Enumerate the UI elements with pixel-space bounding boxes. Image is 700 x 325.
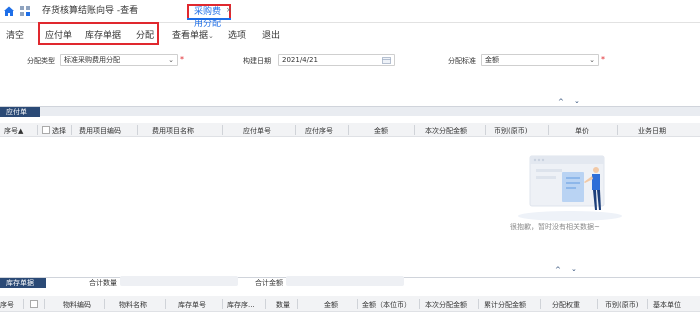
toolbar-highlight-box (38, 22, 159, 45)
build-date-value: 2021/4/21 (282, 56, 318, 64)
column-divider[interactable] (597, 299, 598, 309)
required-mark: * (601, 55, 605, 64)
column-divider[interactable] (419, 299, 420, 309)
view-doc-label: 查看单据 (172, 31, 209, 41)
filter-form: 分配类型 标准采购费用分配 ⌄ * 构建日期 2021/4/21 分配标准 金额… (0, 47, 700, 99)
alloc-std-label: 分配标准 (448, 57, 476, 65)
tab-bar: 存货核算结账向导 -查看 采购费用分配 × (0, 0, 700, 29)
inventory-section-title: 库存单据 (0, 278, 46, 288)
total-qty-label: 合计数量 (89, 279, 117, 287)
inventory-table-header: 序号 物料编码 物料名称 库存单号 库存序... 数量 金额 金额（本位币） 本… (0, 296, 700, 312)
col-header[interactable]: 单价 (575, 126, 589, 136)
options-button[interactable]: 选项 (228, 28, 246, 41)
col-header[interactable]: 应付序号 (305, 126, 333, 136)
col-header[interactable]: 业务日期 (638, 126, 666, 136)
col-header[interactable]: 币别(原币) (605, 300, 638, 310)
column-divider[interactable] (297, 299, 298, 309)
select-all-checkbox[interactable] (30, 300, 38, 308)
column-divider[interactable] (71, 125, 72, 135)
col-header[interactable]: 数量 (276, 300, 290, 310)
alloc-std-select[interactable]: 金额 ⌄ (481, 54, 599, 66)
column-divider[interactable] (348, 125, 349, 135)
payable-table-header: 序号▲ 选择 费用项目编码 费用项目名称 应付单号 应付序号 金额 本次分配金额… (0, 123, 700, 137)
view-doc-button[interactable]: 查看单据⌄ (172, 28, 214, 41)
column-divider[interactable] (485, 125, 486, 135)
column-divider[interactable] (478, 299, 479, 309)
col-header[interactable]: 基本单位 (653, 300, 681, 310)
alloc-type-label: 分配类型 (27, 57, 55, 65)
col-header[interactable]: 序号▲ (4, 126, 23, 136)
select-all-checkbox[interactable] (42, 126, 50, 134)
payable-section-title: 应付单 (0, 107, 40, 117)
home-icon[interactable] (3, 5, 15, 17)
col-header[interactable]: 序号 (0, 300, 14, 310)
tab-closing-wizard[interactable]: 存货核算结账向导 -查看 (42, 4, 138, 21)
column-divider[interactable] (295, 125, 296, 135)
exit-button[interactable]: 退出 (262, 28, 280, 41)
col-header: 选择 (52, 127, 66, 135)
tab-close-icon[interactable]: × (226, 6, 232, 14)
column-divider[interactable] (104, 299, 105, 309)
alloc-type-select[interactable]: 标准采购费用分配 ⌄ (60, 54, 178, 66)
col-header[interactable]: 本次分配金额 (425, 126, 467, 136)
col-header[interactable]: 物料名称 (119, 300, 147, 310)
calendar-icon[interactable] (382, 57, 391, 64)
col-header[interactable]: 物料编码 (63, 300, 91, 310)
column-divider[interactable] (647, 299, 648, 309)
column-divider[interactable] (414, 125, 415, 135)
build-date-label: 构建日期 (243, 57, 271, 65)
col-header[interactable]: 本次分配金额 (425, 300, 467, 310)
expand-up-icon[interactable]: ^ (558, 98, 564, 106)
col-header[interactable]: 金额 (324, 300, 338, 310)
col-header[interactable]: 费用项目编码 (79, 126, 121, 136)
column-divider[interactable] (37, 125, 38, 135)
col-header[interactable]: 库存单号 (178, 300, 206, 310)
chevron-down-icon: ⌄ (168, 56, 174, 64)
column-divider[interactable] (23, 299, 24, 309)
chevron-down-icon: ⌄ (589, 56, 595, 64)
payable-section-header: 应付单 (0, 106, 700, 117)
alloc-type-value: 标准采购费用分配 (64, 56, 120, 64)
empty-state-text: 很抱歉，暂时没有相关数据~ (510, 223, 600, 231)
total-amount-label: 合计金额 (255, 279, 283, 287)
col-header[interactable]: 币别(原币) (494, 126, 527, 136)
column-divider[interactable] (548, 125, 549, 135)
col-header[interactable]: 费用项目名称 (152, 126, 194, 136)
build-date-field[interactable]: 2021/4/21 (278, 54, 395, 66)
column-divider[interactable] (44, 299, 45, 309)
apps-icon[interactable] (19, 5, 31, 17)
column-divider[interactable] (265, 299, 266, 309)
col-header[interactable]: 应付单号 (243, 126, 271, 136)
column-divider[interactable] (617, 125, 618, 135)
total-qty-field (120, 276, 238, 286)
column-divider[interactable] (165, 299, 166, 309)
column-divider[interactable] (222, 299, 223, 309)
total-amount-field (286, 276, 404, 286)
active-tab-indicator (187, 18, 231, 20)
column-divider[interactable] (137, 125, 138, 135)
column-divider[interactable] (540, 299, 541, 309)
col-header[interactable]: 分配权重 (552, 300, 580, 310)
chevron-down-icon: ⌄ (208, 32, 214, 40)
expand-up-icon[interactable]: ^ (555, 266, 561, 274)
required-mark: * (180, 55, 184, 64)
alloc-std-value: 金额 (485, 56, 499, 64)
col-header[interactable]: 库存序... (227, 300, 255, 310)
clear-button[interactable]: 清空 (6, 28, 24, 41)
col-header[interactable]: 金额 (374, 126, 388, 136)
column-divider[interactable] (222, 125, 223, 135)
column-divider[interactable] (357, 299, 358, 309)
collapse-down-icon[interactable]: ⌄ (574, 97, 580, 105)
empty-state-illustration (518, 155, 622, 221)
col-header[interactable]: 累计分配金额 (484, 300, 526, 310)
col-header[interactable]: 金额（本位币） (362, 300, 411, 310)
collapse-down-icon[interactable]: ⌄ (571, 265, 577, 273)
